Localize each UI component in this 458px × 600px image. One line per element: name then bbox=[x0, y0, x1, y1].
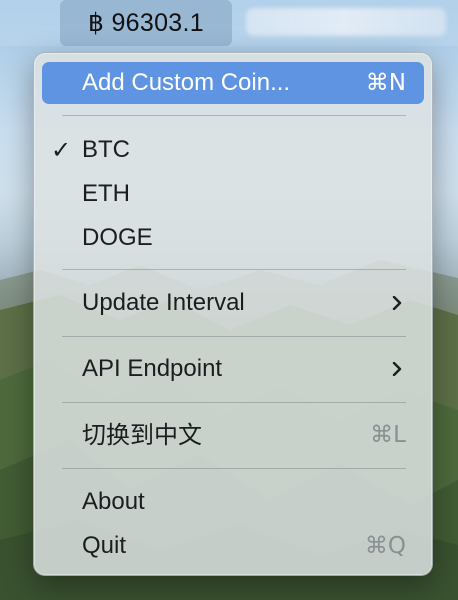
api-endpoint-item[interactable]: API Endpoint bbox=[42, 348, 424, 390]
coin-item-doge[interactable]: DOGE bbox=[42, 217, 424, 259]
update-interval-label: Update Interval bbox=[82, 289, 245, 316]
coin-label: BTC bbox=[82, 136, 130, 163]
about-label: About bbox=[82, 488, 145, 515]
coin-item-eth[interactable]: ETH bbox=[42, 173, 424, 215]
chevron-right-icon bbox=[392, 296, 402, 310]
add-custom-coin-label: Add Custom Coin... bbox=[82, 69, 291, 96]
coin-label: ETH bbox=[82, 180, 130, 207]
menu-separator bbox=[62, 115, 406, 116]
chevron-right-icon bbox=[392, 362, 402, 376]
bitcoin-price-status-item[interactable]: ฿ 96303.1 bbox=[60, 0, 232, 46]
menu-separator bbox=[62, 269, 406, 270]
menu-separator bbox=[62, 468, 406, 469]
add-custom-coin-item[interactable]: Add Custom Coin... ⌘N bbox=[42, 62, 424, 104]
checkmark-icon: ✓ bbox=[51, 136, 72, 164]
blurred-menubar-items bbox=[246, 8, 446, 36]
menu-bar: ฿ 96303.1 bbox=[0, 0, 458, 46]
add-custom-coin-shortcut: ⌘N bbox=[365, 70, 406, 96]
menu-separator bbox=[62, 402, 406, 403]
switch-language-shortcut: ⌘L bbox=[370, 422, 406, 448]
quit-shortcut: ⌘Q bbox=[364, 533, 406, 559]
api-endpoint-label: API Endpoint bbox=[82, 355, 223, 382]
dropdown-menu: Add Custom Coin... ⌘N ✓ BTC ETH DOGE Upd… bbox=[33, 52, 433, 576]
quit-label: Quit bbox=[82, 532, 127, 559]
update-interval-item[interactable]: Update Interval bbox=[42, 282, 424, 324]
menu-separator bbox=[62, 336, 406, 337]
coin-item-btc[interactable]: ✓ BTC bbox=[42, 129, 424, 171]
switch-language-label: 切换到中文 bbox=[82, 421, 202, 449]
quit-item[interactable]: Quit ⌘Q bbox=[42, 525, 424, 567]
switch-language-item[interactable]: 切换到中文 ⌘L bbox=[42, 414, 424, 456]
coin-label: DOGE bbox=[82, 224, 153, 251]
about-item[interactable]: About bbox=[42, 481, 424, 523]
